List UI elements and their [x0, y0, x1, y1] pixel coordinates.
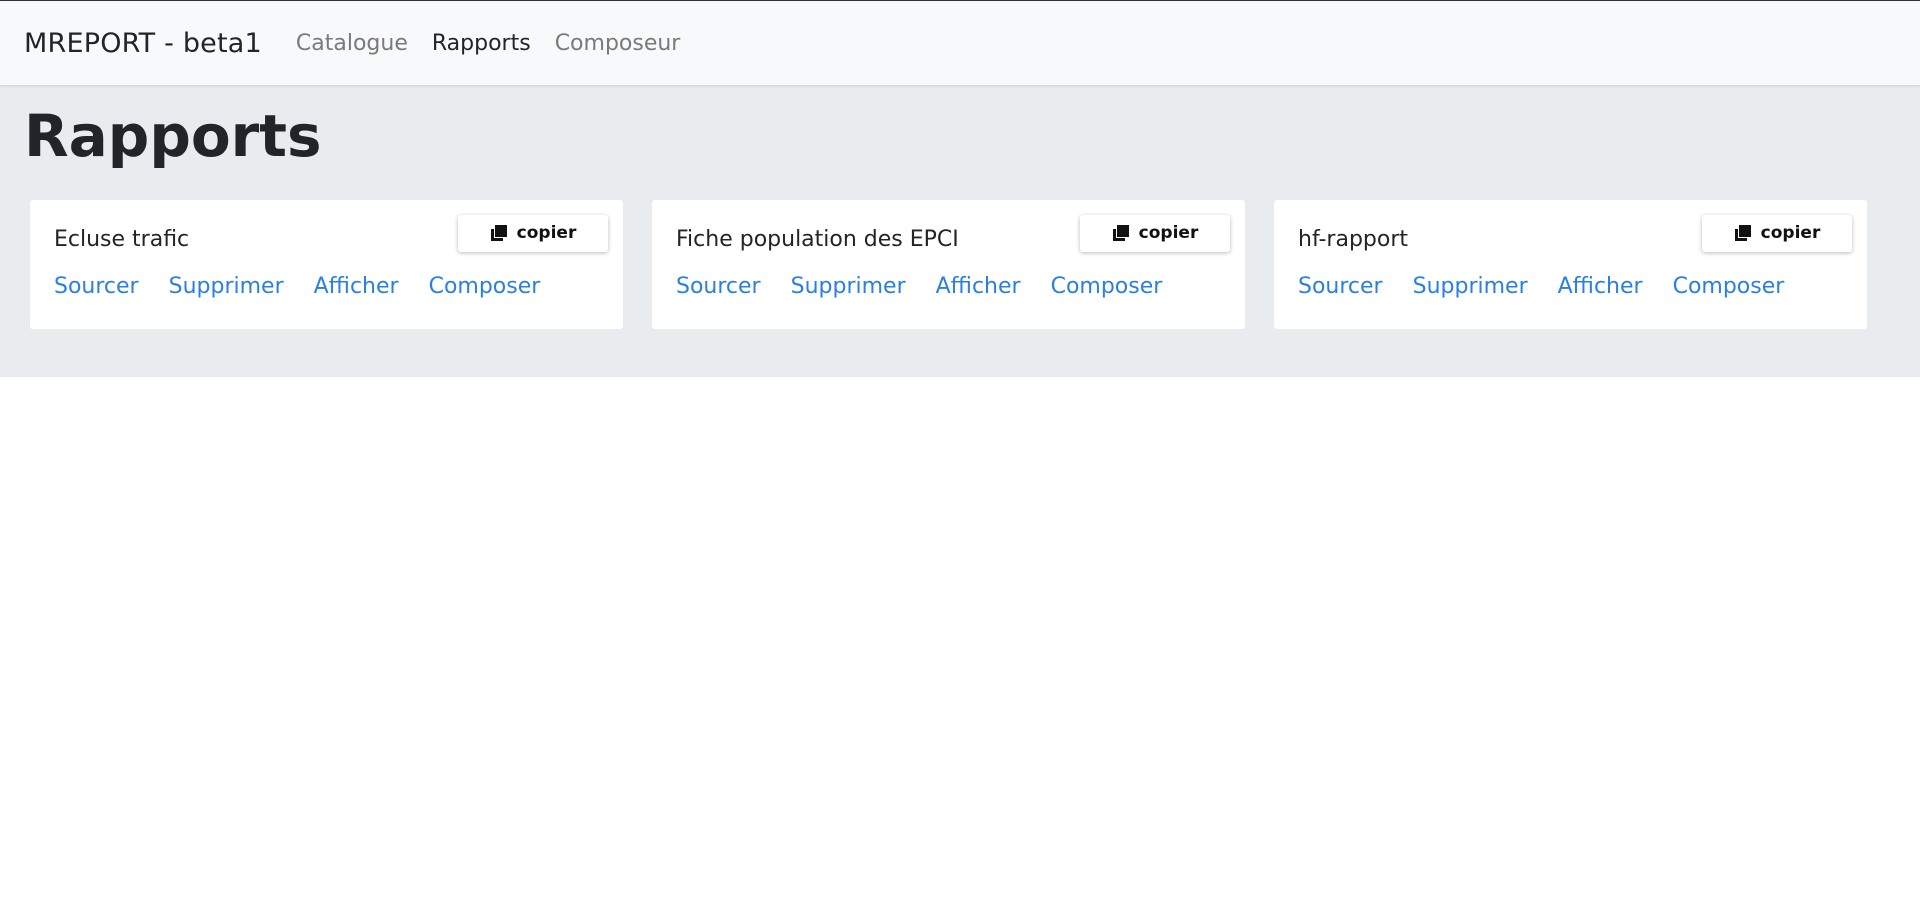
nav-link-composeur[interactable]: Composeur [555, 31, 681, 56]
composer-link[interactable]: Composer [1051, 274, 1163, 299]
afficher-link[interactable]: Afficher [1558, 274, 1643, 299]
copy-icon [1734, 225, 1751, 242]
sourcer-link[interactable]: Sourcer [1298, 274, 1383, 299]
supprimer-link[interactable]: Supprimer [169, 274, 284, 299]
afficher-link[interactable]: Afficher [936, 274, 1021, 299]
copy-icon [1112, 225, 1129, 242]
copy-button-label: copier [1760, 223, 1821, 244]
report-card-actions: Sourcer Supprimer Afficher Composer [1298, 274, 1843, 299]
page-title: Rapports [24, 102, 322, 170]
nav-link-catalogue[interactable]: Catalogue [296, 31, 408, 56]
report-card-list: copier Ecluse trafic Sourcer Supprimer A… [24, 199, 1896, 329]
composer-link[interactable]: Composer [429, 274, 541, 299]
sourcer-link[interactable]: Sourcer [54, 274, 139, 299]
supprimer-link[interactable]: Supprimer [1413, 274, 1528, 299]
copy-button[interactable]: copier [458, 214, 608, 252]
navbar: MREPORT - beta1 Catalogue Rapports Compo… [0, 1, 1920, 85]
sourcer-link[interactable]: Sourcer [676, 274, 761, 299]
copy-button-label: copier [516, 223, 577, 244]
copy-icon [490, 225, 507, 242]
report-card: copier Fiche population des EPCI Sourcer… [652, 199, 1245, 329]
report-card: copier Ecluse trafic Sourcer Supprimer A… [30, 199, 623, 329]
report-card: copier hf-rapport Sourcer Supprimer Affi… [1274, 199, 1867, 329]
afficher-link[interactable]: Afficher [314, 274, 399, 299]
copy-button[interactable]: copier [1080, 214, 1230, 252]
report-card-actions: Sourcer Supprimer Afficher Composer [676, 274, 1221, 299]
supprimer-link[interactable]: Supprimer [791, 274, 906, 299]
copy-button-label: copier [1138, 223, 1199, 244]
report-card-actions: Sourcer Supprimer Afficher Composer [54, 274, 599, 299]
jumbotron: Rapports copier Ecluse trafic Sourcer Su… [0, 85, 1920, 377]
copy-button[interactable]: copier [1702, 214, 1852, 252]
composer-link[interactable]: Composer [1673, 274, 1785, 299]
nav-link-rapports[interactable]: Rapports [432, 31, 531, 56]
brand[interactable]: MREPORT - beta1 [24, 28, 262, 59]
